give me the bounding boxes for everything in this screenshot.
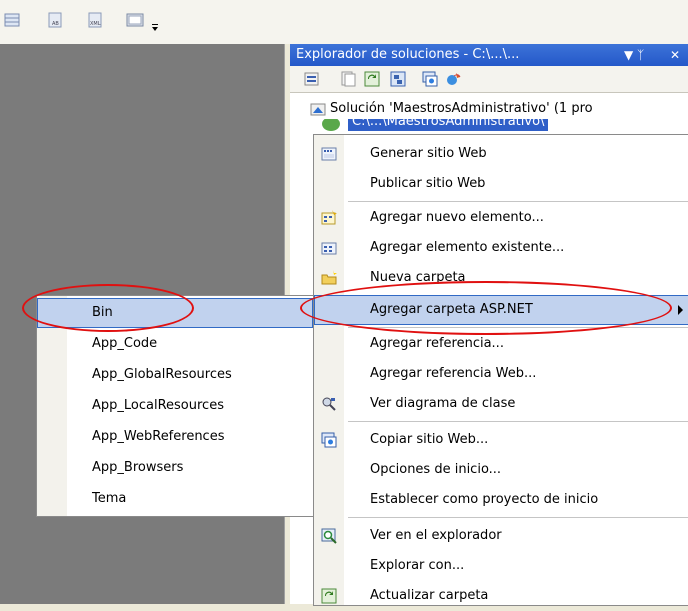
menu-item-agregar-elemento-existente[interactable]: Agregar elemento existente... <box>314 233 688 263</box>
menu-item-agregar-referencia[interactable]: Agregar referencia... <box>314 329 688 359</box>
svg-text:AB: AB <box>52 21 59 27</box>
menu-item-label: Actualizar carpeta <box>370 588 489 603</box>
menu-separator <box>348 421 688 422</box>
menu-item-label: Publicar sitio Web <box>370 176 486 191</box>
menu-item-label: Establecer como proyecto de inicio <box>370 492 599 507</box>
nest-related-files-icon[interactable] <box>390 71 406 87</box>
menu-item-label: Copiar sitio Web... <box>370 432 489 447</box>
menu-item-ver-en-el-explorador[interactable]: Ver en el explorador <box>314 521 688 551</box>
tree-item-project[interactable]: C:\...\MaestrosAdministrativo\ <box>318 119 688 133</box>
class-diagram-icon <box>322 397 336 411</box>
refresh-icon[interactable] <box>364 71 380 87</box>
submenu-item-label: App_Browsers <box>92 460 184 475</box>
menu-item-agregar-referencia-web[interactable]: Agregar referencia Web... <box>314 359 688 389</box>
view-in-browser-icon <box>321 528 337 544</box>
menu-item-label: Agregar carpeta ASP.NET <box>370 302 533 317</box>
menu-item-label: Generar sitio Web <box>370 146 487 161</box>
solution-explorer-toolbar <box>290 66 688 93</box>
properties-icon[interactable] <box>304 71 320 87</box>
svg-text:XML: XML <box>90 21 101 27</box>
menu-separator <box>348 201 688 202</box>
submenu-item-app-browsers[interactable]: App_Browsers <box>37 453 313 483</box>
project-context-menu: Generar sitio Web Publicar sitio Web Agr… <box>313 134 688 606</box>
submenu-item-app-globalresources[interactable]: App_GlobalResources <box>37 360 313 390</box>
submenu-item-label: App_GlobalResources <box>92 367 232 382</box>
add-new-item-icon <box>321 210 337 225</box>
menu-item-establecer-como-proyecto-de-inicio[interactable]: Establecer como proyecto de inicio <box>314 485 688 515</box>
solution-explorer-title: Explorador de soluciones - C:\...\... <box>296 47 520 62</box>
solution-explorer-title-bar: Explorador de soluciones - C:\...\... ▼ … <box>290 44 688 66</box>
submenu-item-tema[interactable]: Tema <box>37 484 313 514</box>
submenu-item-app-webreferences[interactable]: App_WebReferences <box>37 422 313 452</box>
menu-item-label: Agregar referencia... <box>370 336 504 351</box>
submenu-item-label: App_LocalResources <box>92 398 224 413</box>
designer-toolbar: AB XML <box>0 0 688 44</box>
submenu-item-app-code[interactable]: App_Code <box>37 329 313 359</box>
menu-item-agregar-carpeta-aspnet[interactable]: Agregar carpeta ASP.NET <box>314 295 688 325</box>
menu-item-generar-sitio-web[interactable]: Generar sitio Web <box>314 139 688 169</box>
submenu-item-label: Tema <box>92 491 127 506</box>
grid-icon[interactable] <box>4 12 22 28</box>
xml-icon[interactable]: XML <box>88 12 106 28</box>
menu-item-copiar-sitio-web[interactable]: Copiar sitio Web... <box>314 425 688 455</box>
add-existing-item-icon <box>321 242 337 255</box>
submenu-item-label: Bin <box>92 305 113 320</box>
menu-item-label: Nueva carpeta <box>370 270 466 285</box>
menu-separator <box>348 517 688 518</box>
close-icon[interactable]: ✕ <box>670 44 680 66</box>
menu-item-nueva-carpeta[interactable]: Nueva carpeta <box>314 263 688 293</box>
toolbar-overflow-icon[interactable] <box>150 18 160 34</box>
menu-item-label: Agregar elemento existente... <box>370 240 565 255</box>
dropdown-pin-icon[interactable]: ▼ ᛉ <box>624 44 644 66</box>
aspnet-folder-submenu: Bin App_Code App_GlobalResources App_Loc… <box>36 295 314 517</box>
menu-item-ver-diagrama-de-clase[interactable]: Ver diagrama de clase <box>314 389 688 419</box>
menu-item-label: Ver en el explorador <box>370 528 502 543</box>
refresh-folder-icon <box>321 588 337 604</box>
build-web-icon <box>321 147 337 161</box>
submenu-item-label: App_Code <box>92 336 158 351</box>
project-label: C:\...\MaestrosAdministrativo\ <box>348 119 549 131</box>
menu-item-label: Agregar referencia Web... <box>370 366 537 381</box>
menu-separator <box>348 327 688 328</box>
resx-icon[interactable]: AB <box>48 12 66 28</box>
menu-item-label: Agregar nuevo elemento... <box>370 210 544 225</box>
menu-item-actualizar-carpeta[interactable]: Actualizar carpeta <box>314 581 688 611</box>
form-view-icon[interactable] <box>126 12 144 28</box>
copy-website-icon[interactable] <box>422 71 438 87</box>
solution-icon <box>310 103 326 116</box>
show-all-files-icon[interactable] <box>340 71 356 87</box>
submenu-item-app-localresources[interactable]: App_LocalResources <box>37 391 313 421</box>
submenu-arrow-icon <box>678 305 683 315</box>
menu-item-label: Opciones de inicio... <box>370 462 502 477</box>
copy-web-icon <box>321 432 337 448</box>
menu-item-agregar-nuevo-elemento[interactable]: Agregar nuevo elemento... <box>314 203 688 233</box>
menu-item-explorar-con[interactable]: Explorar con... <box>314 551 688 581</box>
menu-item-publicar-sitio-web[interactable]: Publicar sitio Web <box>314 169 688 199</box>
web-project-icon <box>322 119 340 131</box>
solution-label: Solución 'MaestrosAdministrativo' (1 pro <box>330 101 593 116</box>
asp-net-config-icon[interactable] <box>446 71 462 87</box>
menu-item-opciones-de-inicio[interactable]: Opciones de inicio... <box>314 455 688 485</box>
submenu-item-label: App_WebReferences <box>92 429 225 444</box>
menu-item-label: Ver diagrama de clase <box>370 396 516 411</box>
new-folder-icon <box>321 270 337 285</box>
menu-item-label: Explorar con... <box>370 558 465 573</box>
submenu-item-bin[interactable]: Bin <box>37 298 313 328</box>
